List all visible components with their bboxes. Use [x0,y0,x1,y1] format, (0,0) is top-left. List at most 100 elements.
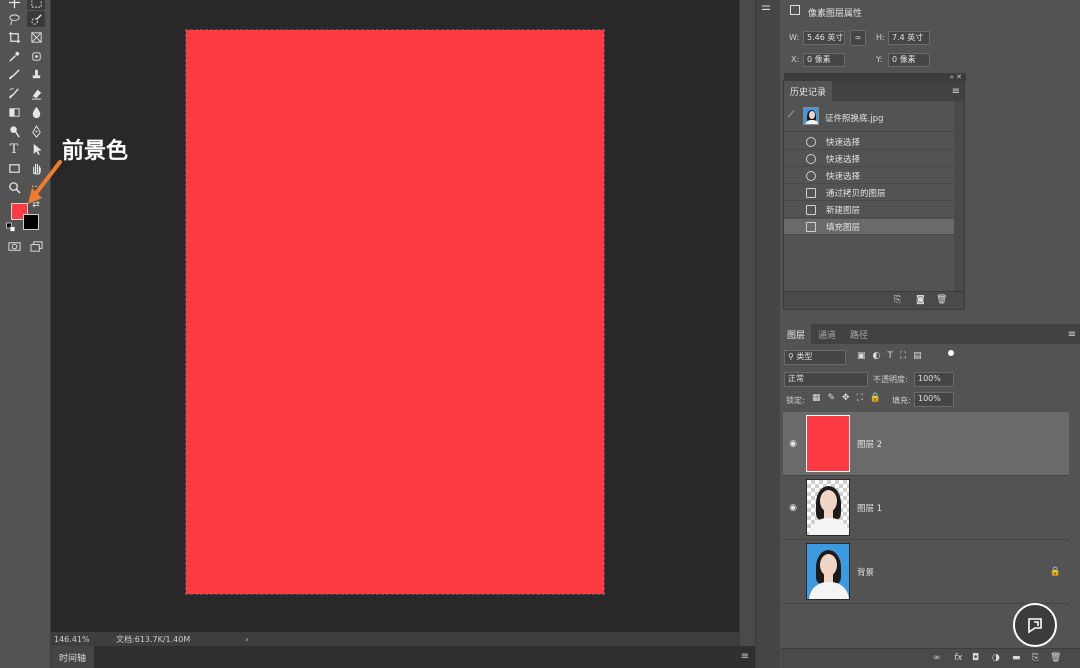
filter-toggle-icon[interactable] [948,350,954,356]
history-tab[interactable]: 历史记录 [784,81,833,101]
layer-row[interactable]: ◉ 图层 1 [783,476,1069,540]
filter-value: 类型 [796,352,813,361]
x-field[interactable]: 0 像素 [803,53,845,67]
history-item[interactable]: 快速选择 [784,151,954,167]
tab-paths[interactable]: 路径 [843,328,875,341]
fill-field[interactable]: 100% [914,392,954,407]
link-layers-icon[interactable]: ∞ [933,653,941,663]
pen-tool-icon[interactable] [27,123,45,139]
spot-healing-tool-icon[interactable] [27,48,45,64]
annotation-arrow-icon [28,160,62,204]
vertical-scrollbar[interactable] [739,0,755,646]
screen-mode-icon[interactable] [27,238,45,254]
w-label: W: [789,33,800,42]
camera-icon[interactable]: ◙ [916,295,925,305]
trash-icon[interactable]: 🗑 [936,295,947,305]
blend-mode-select[interactable]: 正常 [784,372,868,387]
layer-row[interactable]: ◉ 图层 2 [783,412,1069,476]
default-colors-icon[interactable] [6,222,16,232]
eye-icon[interactable]: ◉ [783,439,803,449]
lasso-tool-icon[interactable] [5,11,23,27]
snapshot-thumbnail[interactable] [803,107,819,125]
history-brush-tool-icon[interactable] [5,85,23,101]
timeline-tab[interactable]: 时间轴 [51,646,95,668]
layer-name[interactable]: 图层 2 [857,438,882,450]
fill-label: 填充: [892,396,911,405]
eye-icon[interactable]: ◉ [783,503,803,513]
history-item[interactable]: 快速选择 [784,168,954,184]
new-document-icon[interactable]: ⎘ [894,295,901,305]
layer-name[interactable]: 图层 1 [857,502,882,514]
quick-select-icon [806,153,816,164]
annotation-label: 前景色 [62,139,129,164]
document-canvas[interactable] [185,29,605,595]
gradient-tool-icon[interactable] [5,104,23,120]
marquee-tool-icon[interactable] [27,0,45,10]
crop-tool-icon[interactable] [5,29,23,45]
history-item[interactable]: 通过拷贝的图层 [784,185,954,201]
divider [784,131,954,132]
blur-tool-icon[interactable] [27,104,45,120]
trash-icon[interactable]: 🗑 [1050,653,1061,663]
layer-filter-select[interactable]: ⚲ 类型 [784,350,846,365]
quick-selection-tool-icon[interactable] [27,11,45,27]
quick-select-icon [806,136,816,147]
brush-tool-icon[interactable] [5,66,23,82]
zoom-tool-icon[interactable] [5,179,23,195]
quick-mask-icon[interactable] [5,238,23,254]
history-header: 历史记录 ≡ [784,81,964,101]
dodge-tool-icon[interactable] [5,123,23,139]
tab-layers[interactable]: 图层 [781,324,812,344]
timeline-panel: 时间轴 ≡ [51,646,755,668]
new-layer-icon[interactable]: ⎘ [1032,653,1039,663]
status-menu-icon[interactable]: › [245,635,248,644]
opacity-label: 不透明度: [873,375,908,384]
snapshot-brush-icon: ⟋ [788,110,795,120]
pixel-layer-icon [790,5,800,15]
history-item[interactable]: 填充图层 [784,219,954,235]
eye-off-icon[interactable]: ◻ [783,567,803,577]
panel-collapse-icon[interactable]: « ✕ [784,73,966,81]
y-field[interactable]: 0 像素 [888,53,930,67]
history-panel: « ✕ 历史记录 ≡ ⟋ 证件照换底.jpg 快速选择 快速选择 快速选择 通过… [783,73,966,310]
zoom-level[interactable]: 146.41% [54,635,110,644]
height-field[interactable]: 7.4 英寸 [888,31,930,45]
move-tool-icon[interactable] [5,0,23,10]
collapsed-panel-strip: ⚌ [755,0,780,668]
rectangle-tool-icon[interactable] [5,160,23,176]
eyedropper-tool-icon[interactable] [5,48,23,64]
layer-thumbnail [806,479,850,536]
layer-doc-icon [806,221,816,232]
tab-channels[interactable]: 通道 [811,328,843,341]
width-field[interactable]: 5.46 英寸 [803,31,845,45]
layer-row[interactable]: ◻ 背景 🔒 [783,540,1069,604]
clone-stamp-tool-icon[interactable] [27,66,45,82]
adjustment-layer-icon[interactable]: ◑ [992,653,1000,663]
floating-action-button[interactable] [1013,603,1057,647]
x-label: X: [791,55,800,64]
history-scrollbar[interactable] [954,101,964,291]
opacity-field[interactable]: 100% [914,372,954,387]
panel-menu-icon[interactable]: ≡ [1068,329,1076,340]
frame-tool-icon[interactable] [27,29,45,45]
filter-icons[interactable]: ▣◐T⛶▤ [857,351,929,361]
link-icon[interactable]: ∞ [850,30,866,46]
lock-icons[interactable]: ▦✎✥⛶🔒 [812,393,888,403]
fx-icon[interactable]: fx [954,653,963,663]
eraser-tool-icon[interactable] [27,85,45,101]
y-label: Y: [876,55,883,64]
history-item-label: 新建图层 [826,205,861,216]
background-color-swatch[interactable] [23,214,39,230]
adjustments-icon[interactable]: ⚌ [761,0,771,13]
panel-menu-icon[interactable]: ≡ [952,86,960,97]
layer-doc-icon [806,187,816,198]
path-selection-tool-icon[interactable] [27,141,45,157]
mask-icon[interactable]: ◘ [972,653,979,663]
history-item[interactable]: 快速选择 [784,134,954,150]
snapshot-name[interactable]: 证件照换底.jpg [825,112,883,124]
group-icon[interactable]: ▬ [1012,653,1021,663]
type-tool-icon[interactable]: T [5,141,23,157]
history-item[interactable]: 新建图层 [784,202,954,218]
layer-name[interactable]: 背景 [857,566,874,578]
panel-menu-icon[interactable]: ≡ [741,651,749,662]
